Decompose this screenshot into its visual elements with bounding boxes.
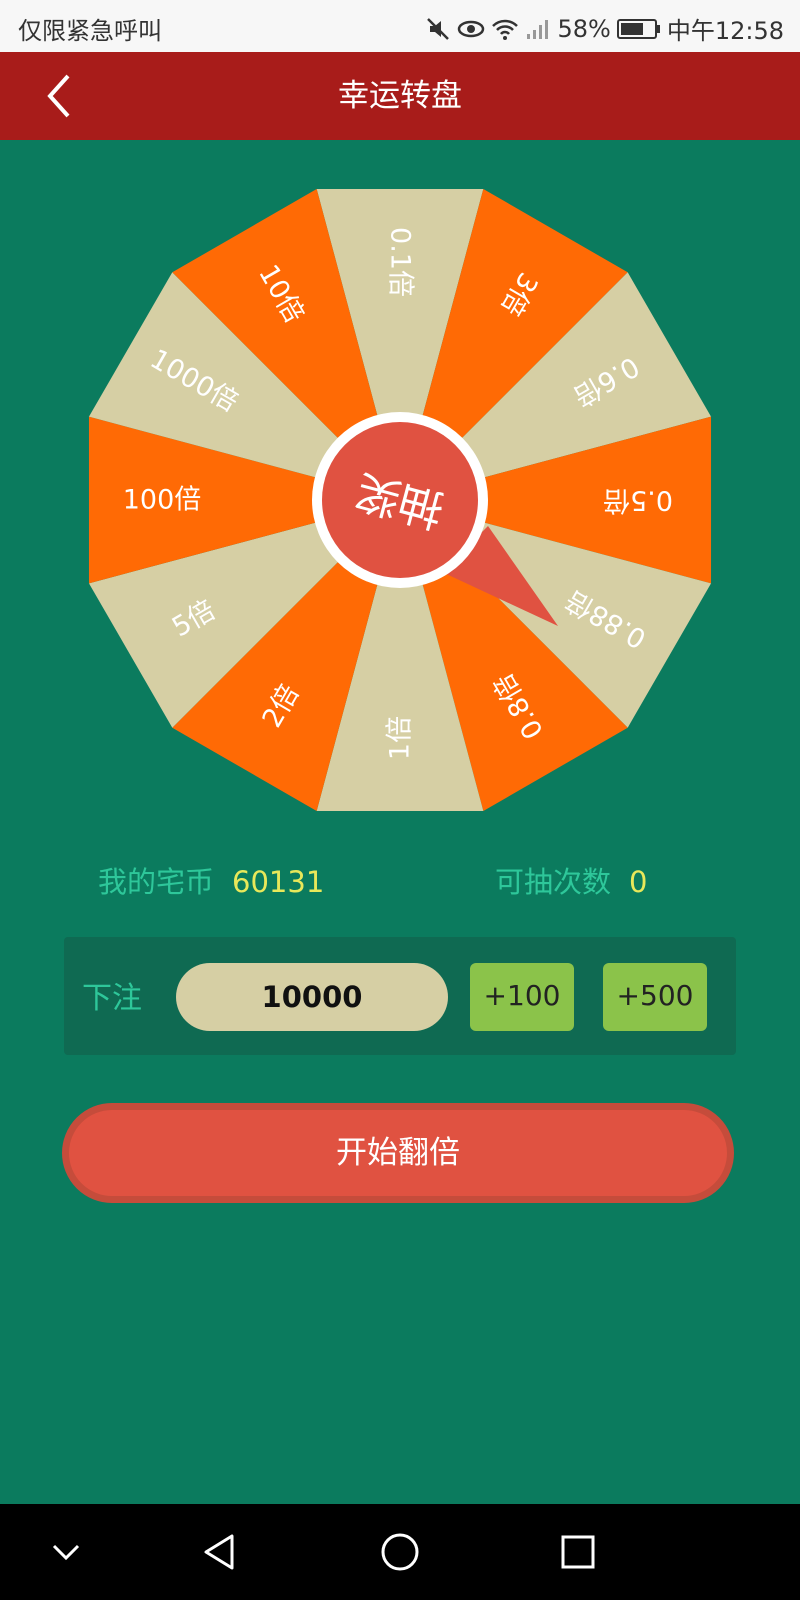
back-triangle-icon[interactable]	[198, 1530, 242, 1574]
wheel-segment-label: 100倍	[123, 485, 202, 516]
navigation-bar	[0, 1504, 800, 1600]
draws-value: 0	[629, 865, 648, 899]
start-double-button[interactable]: 开始翻倍	[62, 1103, 734, 1203]
status-icons: 58% 中午12:58	[425, 11, 784, 46]
eye-icon	[457, 17, 485, 41]
home-circle-icon[interactable]	[378, 1530, 422, 1574]
page-title: 幸运转盘	[338, 78, 462, 114]
recents-square-icon[interactable]	[556, 1530, 600, 1574]
mute-icon	[425, 16, 451, 42]
battery-percent: 58%	[557, 14, 611, 43]
clock-time: 中午12:58	[666, 17, 784, 45]
bet-label: 下注	[82, 981, 142, 1016]
title-bar: 幸运转盘	[0, 52, 800, 140]
coins-value: 60131	[232, 865, 325, 899]
wheel-segment-label: 0.5倍	[603, 485, 673, 516]
chevron-down-icon[interactable]	[44, 1530, 88, 1574]
wifi-icon	[491, 17, 519, 41]
carrier-text: 仅限紧急呼叫	[18, 17, 162, 45]
wheel-segment-label: 1倍	[385, 716, 416, 760]
battery-icon	[616, 18, 661, 40]
wheel-segment-label: 0.1倍	[385, 227, 416, 297]
lucky-wheel: 0.1倍 3倍 0.6倍 0.5倍 0.88倍 0.8倍 1倍 2倍 5倍 100倍 1000倍 10…	[78, 178, 722, 822]
bet-amount-input[interactable]: 10000	[176, 963, 448, 1031]
bet-panel: 下注 10000 +100 +500	[64, 937, 736, 1055]
draws-label: 可抽次数	[495, 865, 612, 899]
plus-100-button[interactable]: +100	[470, 963, 574, 1031]
coins-info: 我的宅币 60131	[98, 862, 324, 902]
plus-500-button[interactable]: +500	[603, 963, 707, 1031]
coins-label: 我的宅币	[98, 865, 215, 899]
status-bar: 仅限紧急呼叫 58% 中午12:58	[0, 0, 800, 52]
signal-icon	[525, 17, 551, 41]
draws-info: 可抽次数 0	[495, 862, 647, 902]
